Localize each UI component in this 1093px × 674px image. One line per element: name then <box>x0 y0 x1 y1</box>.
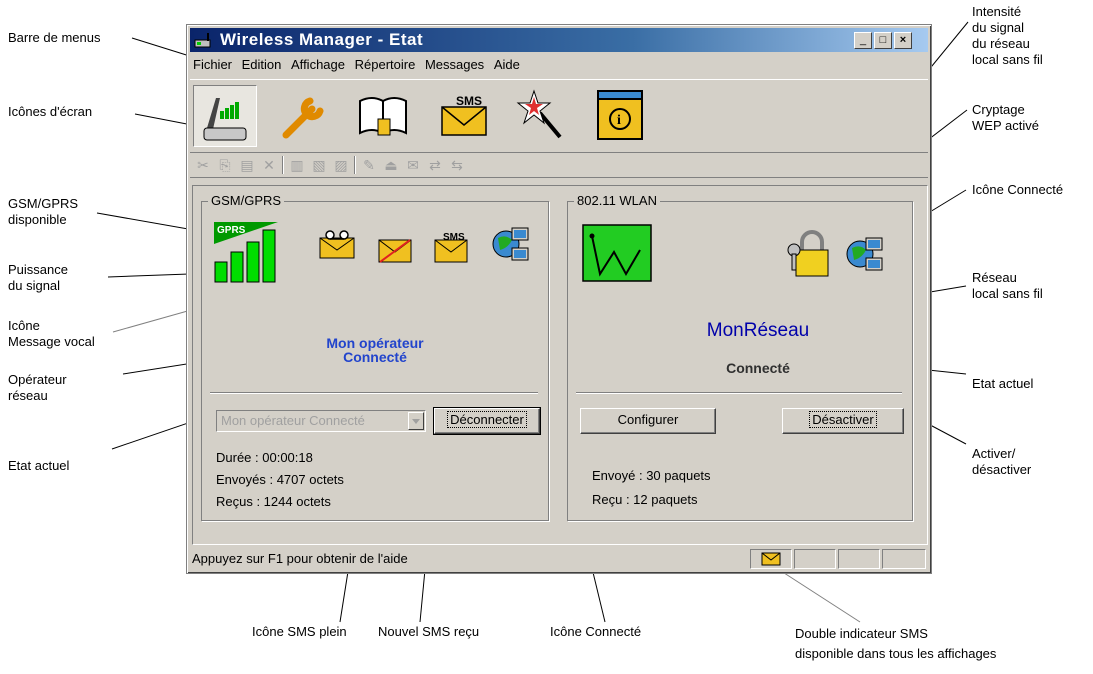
wlan-connected-icon <box>846 237 883 271</box>
wlan-signal-icon <box>582 224 652 282</box>
phonebook-icon[interactable] <box>352 85 414 145</box>
menu-fichier[interactable]: Fichier <box>190 55 235 74</box>
operator-name: Mon opérateur Connecté <box>326 335 424 365</box>
callout-screen-icons: Icônes d'écran <box>8 104 93 119</box>
callout-wep: Cryptage WEP activé <box>972 102 1039 133</box>
operator-select[interactable]: Mon opérateur Connecté <box>216 410 426 432</box>
title-bar[interactable]: Wireless Manager - Etat _ □ × <box>190 28 928 52</box>
screen-icon-bar: SMS i <box>190 79 928 153</box>
callout-dual-sms: Double indicateur SMS disponible dans to… <box>795 626 997 661</box>
wrench-icon[interactable] <box>272 85 334 145</box>
gsm-sent: Envoyés : 4707 octets <box>216 472 344 487</box>
menu-bar: Fichier Edition Affichage Répertoire Mes… <box>190 55 523 75</box>
menu-edition[interactable]: Edition <box>239 55 285 74</box>
callout-gsm-connected: Icône Connecté <box>550 624 642 639</box>
transfer-icon[interactable]: ⇄ <box>426 156 444 174</box>
sms-full-icon <box>378 239 412 263</box>
status-help-text: Appuyez sur F1 pour obtenir de l'aide <box>192 551 408 566</box>
wlan-state: Connecté <box>726 360 790 376</box>
callout-wlan-state: Etat actuel <box>972 376 1034 391</box>
cut-icon[interactable]: ✂ <box>194 156 212 174</box>
menu-affichage[interactable]: Affichage <box>288 55 348 74</box>
minimize-button[interactable]: _ <box>854 32 872 49</box>
transfer-2-icon[interactable]: ⇆ <box>448 156 466 174</box>
info-icon[interactable]: i <box>590 85 652 145</box>
copy-icon[interactable]: ⎘ <box>216 156 234 174</box>
book-icon[interactable]: ▥ <box>288 156 306 174</box>
callout-menubar: Barre de menus <box>8 30 101 45</box>
deactivate-button[interactable]: Désactiver <box>782 408 904 434</box>
paste-icon[interactable]: ▤ <box>238 156 256 174</box>
new-sms-icon-label: SMS <box>443 232 465 243</box>
configure-button[interactable]: Configurer <box>580 408 716 434</box>
wlan-group-title: 802.11 WLAN <box>574 193 660 208</box>
menu-aide[interactable]: Aide <box>491 55 523 74</box>
gsm-group-title: GSM/GPRS <box>208 193 285 208</box>
gsm-connected-icon <box>492 227 529 261</box>
wep-lock-icon <box>787 230 829 277</box>
callout-operator: Opérateur réseau <box>8 372 67 403</box>
status-panel-sms <box>750 549 792 569</box>
chevron-down-icon[interactable] <box>408 412 424 430</box>
callout-wlan-network: Réseau local sans fil <box>972 270 1043 301</box>
callout-sms-full: Icône SMS plein <box>252 624 347 639</box>
send-icon[interactable]: ✉ <box>404 156 422 174</box>
wlan-divider <box>576 392 902 394</box>
sms-icon[interactable]: SMS <box>434 85 496 145</box>
callout-wlan-connected: Icône Connecté <box>972 182 1064 197</box>
wlan-sent: Envoyé : 30 paquets <box>592 468 711 483</box>
callout-gsm-state: Etat actuel <box>8 458 70 473</box>
delete-icon[interactable]: ✕ <box>260 156 278 174</box>
gsm-signal-icon: GPRS <box>214 222 278 283</box>
new-sms-icon: SMS <box>434 232 468 263</box>
disconnect-button[interactable]: Déconnecter <box>433 407 541 435</box>
wlan-received: Reçu : 12 paquets <box>592 492 698 507</box>
gsm-duration: Durée : 00:00:18 <box>216 450 313 465</box>
network-name: MonRéseau <box>706 320 810 341</box>
toolbar-separator <box>354 156 356 174</box>
gsm-received: Reçus : 1244 octets <box>216 494 331 509</box>
callout-wlan-signal: Intensité du signal du réseau local sans… <box>972 4 1043 67</box>
wizard-wand-icon[interactable] <box>512 85 574 145</box>
upload-icon[interactable]: ⏏ <box>382 156 400 174</box>
close-button[interactable]: × <box>894 32 912 49</box>
wlan-group: 802.11 WLAN MonRéseau Connecté Configure… <box>567 193 913 521</box>
book-import-icon[interactable]: ▧ <box>310 156 328 174</box>
voicemail-icon <box>319 230 355 259</box>
status-bar: Appuyez sur F1 pour obtenir de l'aide <box>190 547 928 569</box>
callout-voicemail: Icône Message vocal <box>8 318 95 349</box>
status-screen-icon[interactable] <box>193 85 257 147</box>
sms-indicator-icon <box>761 552 781 566</box>
app-icon <box>194 33 211 48</box>
status-panel <box>794 549 836 569</box>
status-panel <box>838 549 880 569</box>
menu-messages[interactable]: Messages <box>422 55 487 74</box>
status-panel <box>882 549 926 569</box>
gsm-divider <box>210 392 538 394</box>
app-window: Wireless Manager - Etat _ □ × Fichier Ed… <box>186 24 932 574</box>
book-export-icon[interactable]: ▨ <box>332 156 350 174</box>
toolbar-separator <box>282 156 284 174</box>
callout-toggle: Activer/ désactiver <box>972 446 1032 477</box>
edit-icon[interactable]: ✎ <box>360 156 378 174</box>
toolbar: ✂ ⎘ ▤ ✕ ▥ ▧ ▨ ✎ ⏏ ✉ ⇄ ⇆ <box>190 153 928 178</box>
sms-icon-label: SMS <box>456 94 482 108</box>
svg-text:i: i <box>617 113 621 128</box>
callout-new-sms: Nouvel SMS reçu <box>378 624 480 639</box>
callout-signal-strength: Puissance du signal <box>8 262 68 293</box>
window-title: Wireless Manager - Etat <box>220 30 424 49</box>
gsm-group: GSM/GPRS GPRS SMS Mon opérateur Connecté… <box>201 193 549 521</box>
maximize-button[interactable]: □ <box>874 32 892 49</box>
gprs-label: GPRS <box>217 225 246 236</box>
menu-repertoire[interactable]: Répertoire <box>352 55 419 74</box>
callout-gsm-available: GSM/GPRS disponible <box>8 196 79 227</box>
